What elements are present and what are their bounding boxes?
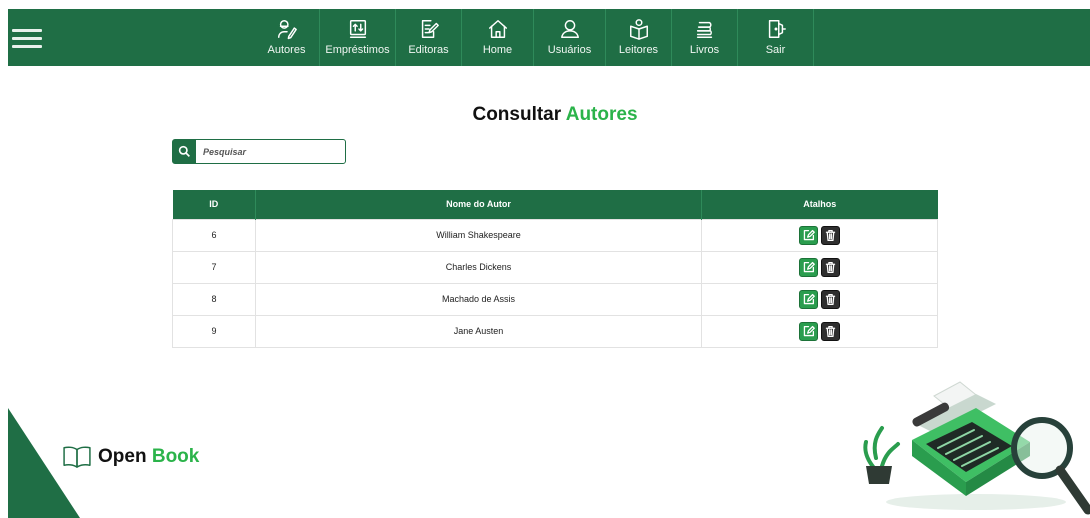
home-icon <box>488 20 507 38</box>
reader-icon <box>629 19 648 40</box>
delete-button[interactable] <box>821 321 840 341</box>
table-row: 9 Jane Austen <box>172 314 938 348</box>
nav-item-livros[interactable]: Livros <box>672 9 738 66</box>
search-icon <box>178 145 190 157</box>
nav-label: Autores <box>267 44 306 56</box>
column-header-id: ID <box>172 190 256 219</box>
open-book-icon <box>63 446 91 468</box>
nav-item-leitores[interactable]: Leitores <box>606 9 672 66</box>
edit-button[interactable] <box>799 257 818 277</box>
books-icon <box>696 21 712 38</box>
brand-name: Open Book <box>98 446 199 468</box>
trash-icon <box>825 261 836 273</box>
nav-item-sair[interactable]: Sair <box>738 9 814 66</box>
nav-label: Livros <box>689 44 720 56</box>
trash-icon <box>825 229 836 241</box>
loan-icon <box>349 20 366 38</box>
nav-label: Sair <box>765 44 786 56</box>
author-icon <box>277 20 297 40</box>
nav-label: Home <box>482 44 513 56</box>
user-icon <box>560 20 579 38</box>
page-title-accent: Autores <box>565 104 638 125</box>
publisher-icon <box>421 20 439 38</box>
row-actions <box>701 218 938 252</box>
edit-button[interactable] <box>799 321 818 341</box>
nav-label: Leitores <box>618 44 659 56</box>
row-actions <box>701 282 938 316</box>
brand-logo: Open Book <box>62 445 199 469</box>
author-id: 9 <box>172 314 256 348</box>
trash-icon <box>825 293 836 305</box>
nav-item-emprestimos[interactable]: Empréstimos <box>320 9 396 66</box>
edit-icon <box>803 229 815 240</box>
nav-item-usuarios[interactable]: Usuários <box>534 9 606 66</box>
edit-button[interactable] <box>799 289 818 309</box>
logout-icon <box>768 20 786 38</box>
row-actions <box>701 250 938 284</box>
nav-item-editoras[interactable]: Editoras <box>396 9 462 66</box>
edit-icon <box>803 325 815 336</box>
typewriter-illustration <box>863 381 1090 515</box>
edit-button[interactable] <box>799 225 818 245</box>
menu-toggle-icon[interactable] <box>12 29 42 48</box>
table-row: 8 Machado de Assis <box>172 282 938 316</box>
table-row: 7 Charles Dickens <box>172 250 938 284</box>
brand-name-accent: Book <box>151 446 200 467</box>
author-name: Jane Austen <box>255 314 702 348</box>
author-id: 6 <box>172 218 256 252</box>
edit-icon <box>803 293 815 304</box>
table-row: 6 William Shakespeare <box>172 218 938 252</box>
author-name: Charles Dickens <box>255 250 702 284</box>
delete-button[interactable] <box>821 289 840 309</box>
search-box <box>172 139 346 164</box>
page-title: Consultar Autores <box>0 104 1090 126</box>
nav-menu: Autores Empréstimos Editoras Home Usuári… <box>254 9 814 66</box>
brand-name-main: Open <box>98 446 147 467</box>
column-header-actions: Atalhos <box>701 190 938 219</box>
nav-item-autores[interactable]: Autores <box>254 9 320 66</box>
trash-icon <box>825 325 836 337</box>
edit-icon <box>803 261 815 272</box>
nav-label: Editoras <box>408 44 449 56</box>
author-id: 7 <box>172 250 256 284</box>
nav-label: Empréstimos <box>325 44 390 56</box>
delete-button[interactable] <box>821 257 840 277</box>
author-id: 8 <box>172 282 256 316</box>
author-name: Machado de Assis <box>255 282 702 316</box>
search-button[interactable] <box>173 140 196 163</box>
author-name: William Shakespeare <box>255 218 702 252</box>
column-header-name: Nome do Autor <box>255 190 702 219</box>
nav-item-home[interactable]: Home <box>462 9 534 66</box>
row-actions <box>701 314 938 348</box>
page-title-main: Consultar <box>472 104 562 125</box>
authors-table: ID Nome do Autor Atalhos 6 William Shake… <box>172 190 938 348</box>
table-header-row: ID Nome do Autor Atalhos <box>172 190 938 219</box>
search-input[interactable] <box>196 140 345 163</box>
nav-label: Usuários <box>547 44 592 56</box>
delete-button[interactable] <box>821 225 840 245</box>
top-navbar: Autores Empréstimos Editoras Home Usuári… <box>8 9 1090 66</box>
